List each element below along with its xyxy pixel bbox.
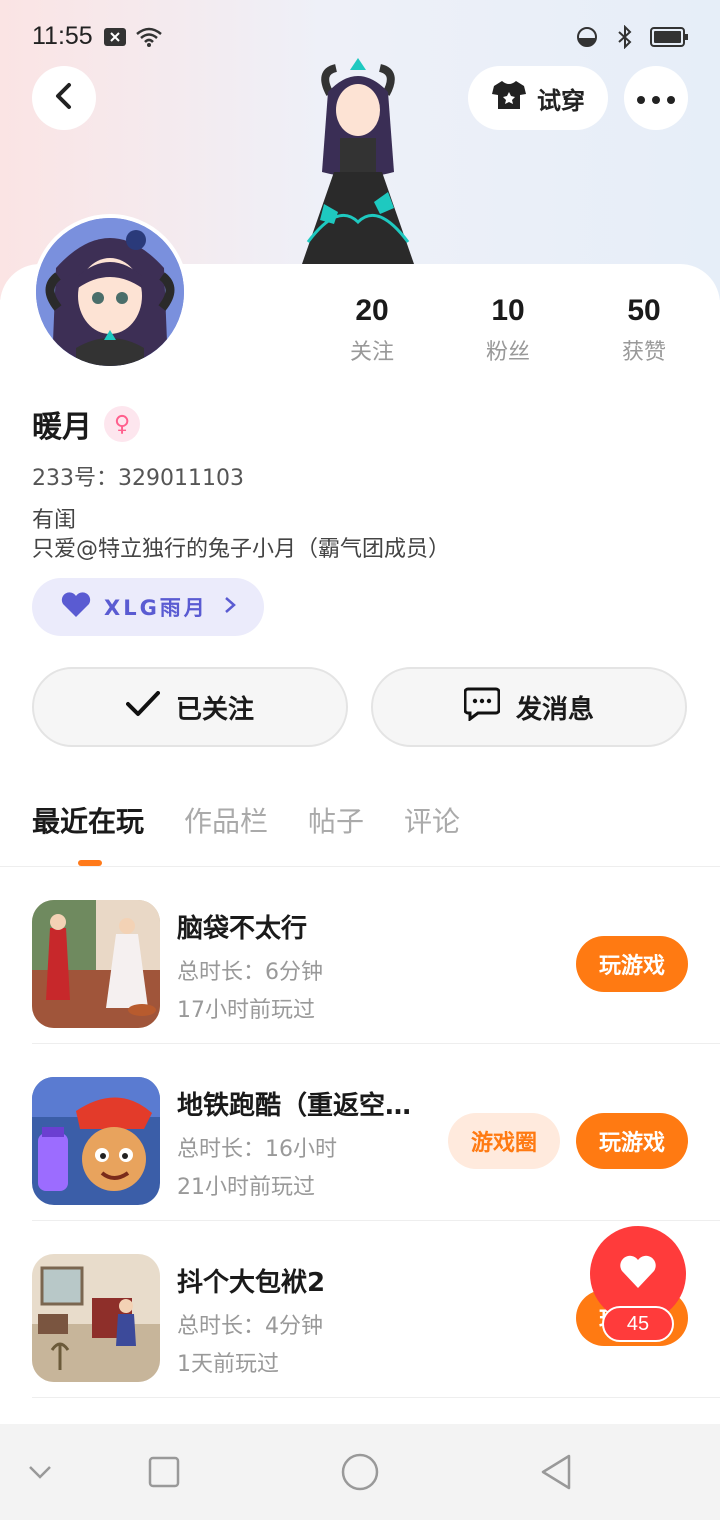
- game-title: 地铁跑酷（重返空…: [177, 1091, 412, 1121]
- check-icon: [125, 690, 160, 724]
- more-dots-icon: [637, 89, 675, 108]
- chevron-down-icon[interactable]: [18, 1450, 62, 1494]
- followed-button[interactable]: 已关注: [32, 667, 348, 747]
- game-icon: [32, 1254, 160, 1382]
- tabs-divider: [0, 866, 720, 867]
- profile-tabs: 最近在玩 作品栏 帖子 评论: [32, 800, 460, 858]
- game-duration: 总时长：16小时: [177, 1137, 337, 1162]
- game-last-played: 1天前玩过: [177, 1352, 279, 1377]
- heart-icon: [618, 1255, 658, 1293]
- message-button[interactable]: 发消息: [371, 667, 687, 747]
- like-count: 45: [602, 1306, 674, 1342]
- stat-value: 50: [627, 294, 661, 327]
- heart-icon: [60, 591, 92, 623]
- system-back-button[interactable]: [534, 1450, 578, 1494]
- list-item[interactable]: 脑袋不太行 总时长：6分钟 17小时前玩过 玩游戏: [32, 868, 720, 1044]
- stat-label: 粉丝: [485, 340, 530, 365]
- stat-label: 关注: [349, 340, 394, 365]
- game-duration: 总时长：4分钟: [177, 1314, 323, 1339]
- notification-x-icon: [102, 24, 128, 50]
- status-time: 11:55: [32, 22, 93, 50]
- play-game-button[interactable]: 玩游戏: [576, 1113, 688, 1169]
- tab-posts[interactable]: 帖子: [308, 800, 364, 858]
- tshirt-icon: [491, 80, 527, 116]
- list-item[interactable]: 地铁跑酷（重返空… 总时长：16小时 21小时前玩过 游戏圈 玩游戏: [32, 1045, 720, 1221]
- game-last-played: 21小时前玩过: [177, 1175, 315, 1200]
- message-label: 发消息: [515, 694, 594, 725]
- list-divider: [32, 1043, 720, 1044]
- profile-bio: 有闺 只爱@特立独行的兔子小月（霸气团成员）: [32, 506, 450, 564]
- list-divider: [32, 1220, 720, 1221]
- play-game-button[interactable]: 玩游戏: [576, 936, 688, 992]
- user-id: 233号：329011103: [32, 466, 244, 491]
- avatar[interactable]: [32, 214, 188, 370]
- recent-apps-button[interactable]: [142, 1450, 186, 1494]
- guild-label: XLG雨月: [104, 596, 208, 620]
- stat-label: 获赞: [621, 340, 666, 365]
- dnd-icon: [574, 24, 600, 50]
- chevron-right-icon: [224, 595, 236, 620]
- try-on-label: 试穿: [537, 86, 585, 115]
- back-button[interactable]: [32, 66, 96, 130]
- bluetooth-icon: [612, 24, 638, 50]
- game-title: 抖个大包袱2: [177, 1268, 326, 1298]
- stat-value: 20: [355, 294, 389, 327]
- stat-likes[interactable]: 50 获赞: [576, 294, 712, 366]
- followed-label: 已关注: [175, 694, 254, 725]
- avatar-figure[interactable]: [278, 52, 438, 264]
- stat-value: 10: [491, 294, 525, 327]
- bio-line: 只爱@特立独行的兔子小月（霸气团成员）: [32, 537, 451, 562]
- chevron-left-icon: [53, 82, 75, 114]
- game-icon: [32, 1077, 160, 1205]
- game-icon: [32, 900, 160, 1028]
- chat-bubble-icon: [463, 687, 501, 728]
- bio-line: 有闺: [32, 508, 77, 533]
- profile-name: 暖月: [32, 410, 92, 445]
- wifi-icon: [136, 24, 162, 50]
- game-title: 脑袋不太行: [177, 914, 308, 944]
- stat-following[interactable]: 20 关注: [304, 294, 440, 366]
- battery-icon: [650, 24, 690, 50]
- system-nav-bar: [0, 1424, 720, 1520]
- game-circle-button[interactable]: 游戏圈: [448, 1113, 560, 1169]
- home-button[interactable]: [338, 1450, 382, 1494]
- guild-chip[interactable]: XLG雨月: [32, 578, 264, 636]
- tab-works[interactable]: 作品栏: [184, 800, 268, 858]
- game-duration: 总时长：6分钟: [177, 960, 323, 985]
- profile-stats: 20 关注 10 粉丝 50 获赞: [304, 294, 712, 366]
- tab-recently-played[interactable]: 最近在玩: [32, 800, 144, 858]
- list-divider: [32, 1397, 720, 1398]
- tab-comments[interactable]: 评论: [404, 800, 460, 858]
- more-button[interactable]: [624, 66, 688, 130]
- try-on-button[interactable]: 试穿: [468, 66, 608, 130]
- name-row: 暖月 ♀: [32, 402, 140, 446]
- stat-followers[interactable]: 10 粉丝: [440, 294, 576, 366]
- game-last-played: 17小时前玩过: [177, 998, 315, 1023]
- female-icon: ♀: [104, 406, 140, 442]
